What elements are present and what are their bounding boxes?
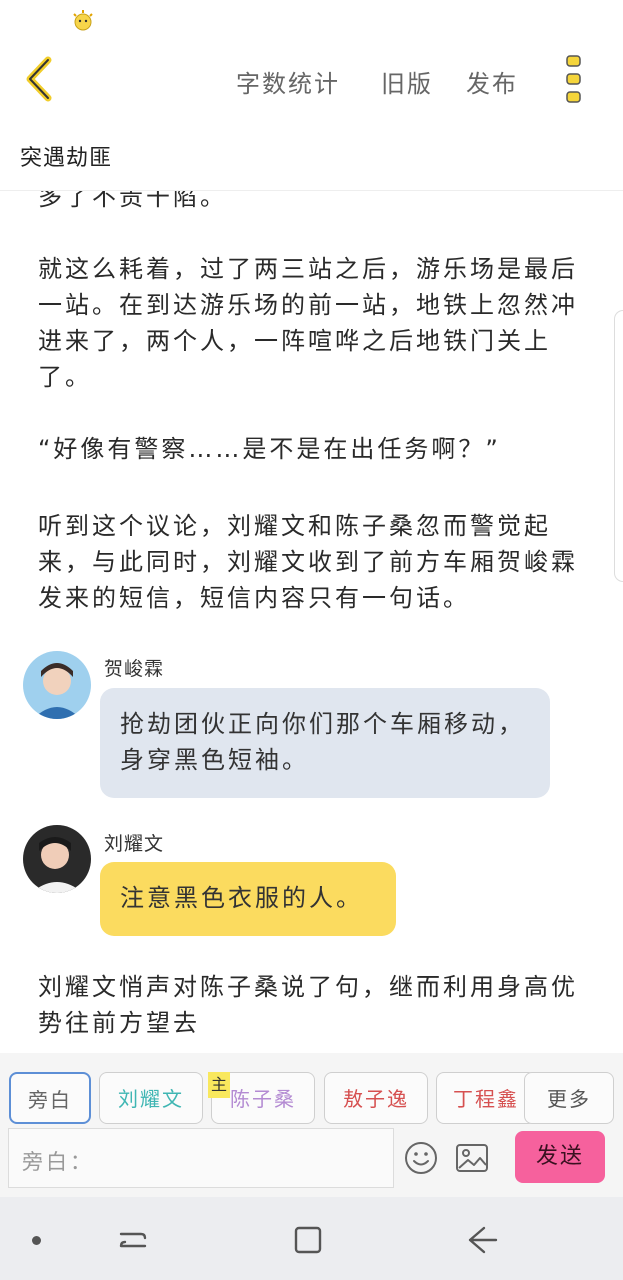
role-narrator[interactable]: 旁白 <box>9 1072 91 1124</box>
message-sender: 刘耀文 <box>104 833 165 855</box>
paragraph-quote: “好像有警察……是不是在出任务啊？” <box>38 435 501 463</box>
avatar-liu-yaowen[interactable] <box>23 825 91 893</box>
message-sender: 贺峻霖 <box>104 658 165 680</box>
message-bubble[interactable]: 抢劫团伙正向你们那个车厢移动，身穿黑色短袖。 <box>100 688 550 798</box>
emoji-smile-icon[interactable] <box>404 1141 438 1175</box>
recent-apps-icon[interactable] <box>115 1222 151 1258</box>
paragraph: 听到这个议论，刘耀文和陈子桑忽而警觉起来，与此同时，刘耀文收到了前方车厢贺峻霖发… <box>38 512 578 612</box>
chevron-left-icon[interactable] <box>18 54 64 104</box>
lightbulb-sticker-icon <box>73 10 93 31</box>
word-count-button[interactable]: 字数统计 <box>236 64 340 99</box>
role-liu-yaowen[interactable]: 刘耀文 <box>99 1072 203 1124</box>
old-version-button[interactable]: 旧版 <box>381 64 433 99</box>
main-character-badge: 主 <box>208 1072 230 1098</box>
roles-more-button[interactable]: 更多 <box>524 1072 614 1124</box>
chapter-title: 突遇劫匪 <box>20 146 113 171</box>
scrollbar[interactable] <box>614 310 623 582</box>
send-button[interactable]: 发送 <box>515 1131 605 1183</box>
role-ding-chengxin[interactable]: 丁程鑫 <box>436 1072 536 1124</box>
image-picture-icon[interactable] <box>455 1142 489 1174</box>
publish-button[interactable]: 发布 <box>466 64 518 99</box>
back-icon[interactable] <box>464 1222 500 1258</box>
home-icon[interactable] <box>290 1222 326 1258</box>
paragraph: 就这么耗着，过了两三站之后，游乐场是最后一站。在到达游乐场的前一站，地铁上忽然冲… <box>38 255 578 391</box>
paragraph: 刘耀文悄声对陈子桑说了句，继而利用身高优势往前方望去 <box>38 973 578 1037</box>
story-content[interactable]: 多了不责干陷。 就这么耗着，过了两三站之后，游乐场是最后一站。在到达游乐场的前一… <box>0 191 623 1051</box>
paragraph-partial: 多了不责干陷。 <box>38 191 227 211</box>
three-dots-vertical-icon[interactable] <box>560 53 588 105</box>
role-ao-ziyi[interactable]: 敖子逸 <box>324 1072 428 1124</box>
avatar-he-junlin[interactable] <box>23 651 91 719</box>
message-bubble[interactable]: 注意黑色衣服的人。 <box>100 862 396 936</box>
nav-dot-icon <box>32 1236 41 1245</box>
avatar-photo-icon <box>23 651 91 719</box>
input-placeholder: 旁白： <box>22 1150 94 1174</box>
avatar-photo-icon <box>23 825 91 893</box>
